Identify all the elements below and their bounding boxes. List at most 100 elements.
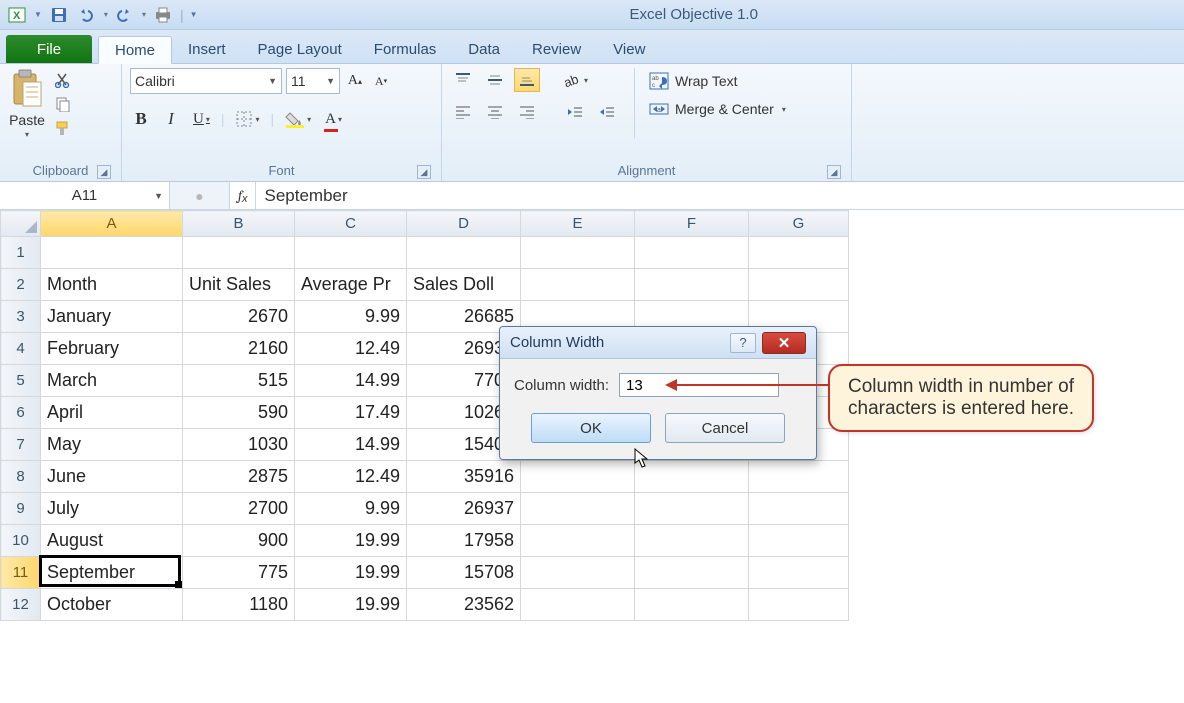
cell[interactable] [521,525,635,557]
column-header[interactable]: A [41,211,183,237]
bold-button[interactable]: B [130,108,152,130]
cell[interactable]: February [41,333,183,365]
font-size-combo[interactable]: 11▼ [286,68,340,94]
cell[interactable] [635,557,749,589]
row-header[interactable]: 10 [1,525,41,557]
cell[interactable]: 2670 [183,301,295,333]
row-header[interactable]: 12 [1,589,41,621]
cell[interactable]: 12.49 [295,333,407,365]
tab-data[interactable]: Data [452,35,516,63]
cell[interactable]: 26937 [407,493,521,525]
align-center-icon[interactable] [482,100,508,124]
format-painter-icon[interactable] [52,118,74,138]
cell[interactable] [635,461,749,493]
cell[interactable] [635,589,749,621]
cell[interactable]: Sales Doll [407,269,521,301]
cell[interactable] [521,461,635,493]
align-bottom-icon[interactable] [514,68,540,92]
borders-button[interactable]: ▾ [233,108,263,130]
cell[interactable] [635,493,749,525]
cell[interactable] [295,237,407,269]
cell[interactable]: 515 [183,365,295,397]
tab-insert[interactable]: Insert [172,35,242,63]
wrap-text-button[interactable]: abc Wrap Text [649,72,786,90]
row-header[interactable]: 8 [1,461,41,493]
cell[interactable]: 14.99 [295,365,407,397]
cell[interactable]: August [41,525,183,557]
cell[interactable]: 23562 [407,589,521,621]
column-header[interactable]: E [521,211,635,237]
redo-dropdown-icon[interactable]: ▾ [142,10,146,19]
print-icon[interactable] [152,5,174,25]
align-top-icon[interactable] [450,68,476,92]
merge-center-button[interactable]: a Merge & Center ▾ [649,100,786,118]
close-icon[interactable]: ✕ [762,332,806,354]
cell[interactable]: October [41,589,183,621]
save-icon[interactable] [48,5,70,25]
row-header[interactable]: 2 [1,269,41,301]
column-header[interactable]: G [749,211,849,237]
cell[interactable] [635,237,749,269]
cell[interactable] [749,589,849,621]
cell[interactable]: 9.99 [295,301,407,333]
cell[interactable]: 15708 [407,557,521,589]
cell[interactable] [521,557,635,589]
tab-review[interactable]: Review [516,35,597,63]
tab-page-layout[interactable]: Page Layout [242,35,358,63]
insert-function-button[interactable]: fx [230,182,256,209]
orientation-icon[interactable]: ab▾ [562,68,588,92]
copy-icon[interactable] [52,94,74,114]
cell[interactable] [635,525,749,557]
cell[interactable] [521,237,635,269]
cell[interactable]: 17958 [407,525,521,557]
cell[interactable] [521,493,635,525]
cancel-formula-icon[interactable]: ● [193,188,207,204]
cell[interactable] [749,493,849,525]
grow-font-icon[interactable]: A▴ [344,70,366,92]
tab-home[interactable]: Home [98,36,172,64]
cell[interactable]: 2875 [183,461,295,493]
cell[interactable]: Average Pr [295,269,407,301]
name-box[interactable]: A11 ▼ [0,182,170,209]
row-header[interactable]: 1 [1,237,41,269]
cell[interactable] [41,237,183,269]
cell[interactable]: September [41,557,183,589]
clipboard-launcher-icon[interactable]: ◢ [97,165,111,179]
cell[interactable] [521,269,635,301]
redo-icon[interactable] [114,5,136,25]
cell[interactable]: 1180 [183,589,295,621]
cell[interactable]: 9.99 [295,493,407,525]
cell[interactable]: Unit Sales [183,269,295,301]
cell[interactable]: January [41,301,183,333]
row-header[interactable]: 3 [1,301,41,333]
cancel-button[interactable]: Cancel [665,413,785,443]
cell[interactable]: 900 [183,525,295,557]
underline-button[interactable]: U▾ [190,108,213,130]
paste-dropdown-icon[interactable]: ▾ [25,130,29,139]
qat-customize-icon[interactable]: ▼ [190,10,198,19]
cut-icon[interactable] [52,70,74,90]
cell[interactable]: 775 [183,557,295,589]
cell[interactable] [635,269,749,301]
dialog-titlebar[interactable]: Column Width ? ✕ [500,327,816,359]
cell[interactable] [521,589,635,621]
row-header[interactable]: 4 [1,333,41,365]
cell[interactable]: 12.49 [295,461,407,493]
app-icon[interactable]: X [6,5,28,25]
align-middle-icon[interactable] [482,68,508,92]
ok-button[interactable]: OK [531,413,651,443]
font-name-combo[interactable]: Calibri▼ [130,68,282,94]
column-header[interactable]: B [183,211,295,237]
select-all-corner[interactable] [1,211,41,237]
paste-button[interactable]: Paste ▾ [8,68,46,139]
italic-button[interactable]: I [160,108,182,130]
undo-icon[interactable] [76,5,98,25]
file-tab[interactable]: File [6,35,92,63]
row-header[interactable]: 5 [1,365,41,397]
cell[interactable] [749,237,849,269]
formula-input[interactable]: September [256,182,1184,209]
cell[interactable]: 2700 [183,493,295,525]
align-left-icon[interactable] [450,100,476,124]
cell[interactable]: Month [41,269,183,301]
alignment-launcher-icon[interactable]: ◢ [827,165,841,179]
